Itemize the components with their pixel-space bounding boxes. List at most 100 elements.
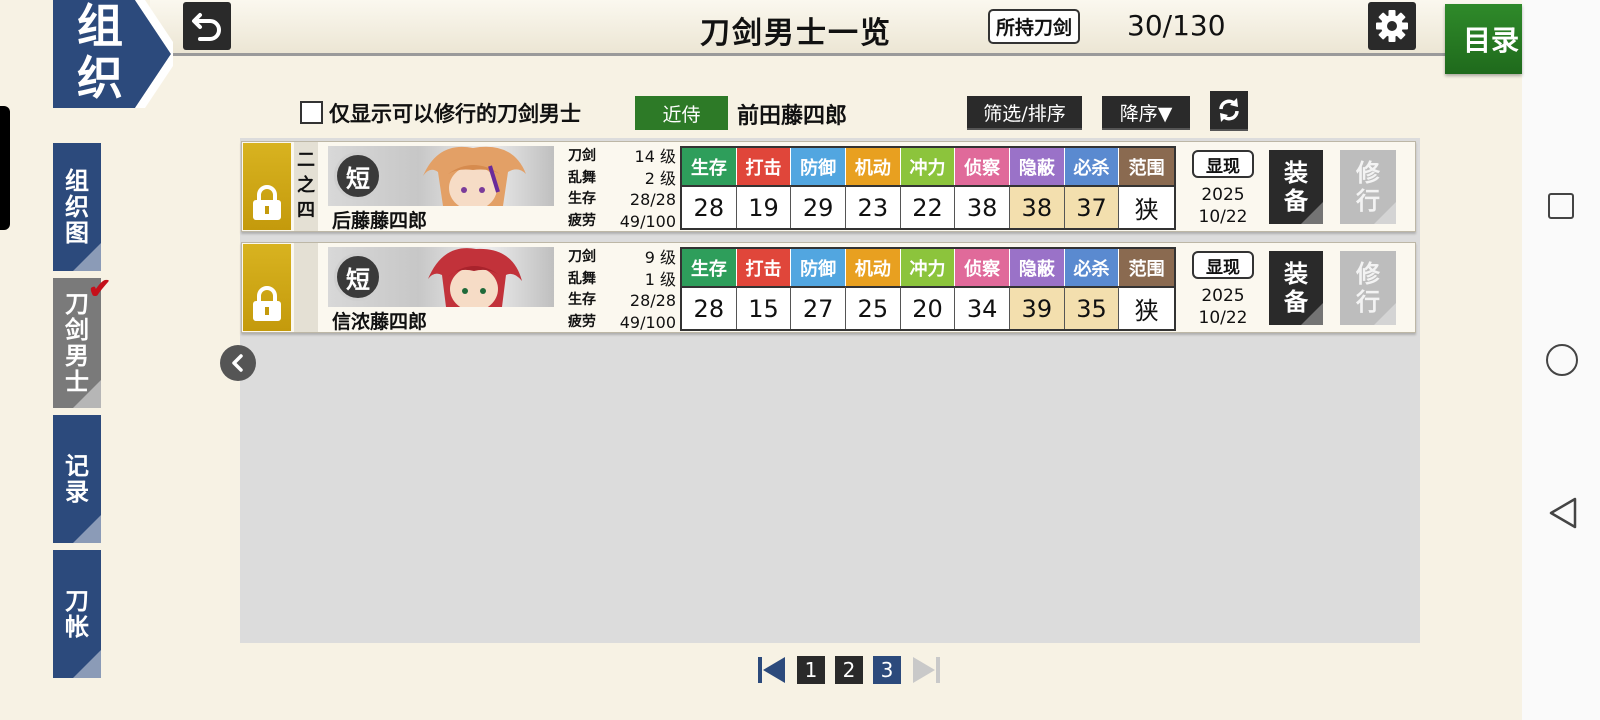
stat-value: 38 bbox=[1010, 185, 1065, 228]
show-button[interactable]: 显现 bbox=[1192, 150, 1254, 178]
stat-value: 39 bbox=[1010, 286, 1065, 329]
sword-name: 后藤藤四郎 bbox=[332, 210, 428, 232]
back-triangle-icon[interactable] bbox=[1548, 496, 1578, 530]
stat-header: 隐蔽 bbox=[1010, 148, 1065, 185]
back-button[interactable] bbox=[183, 2, 231, 50]
stat-header: 防御 bbox=[791, 249, 846, 286]
side-tab-sword-book[interactable]: 刀 帐 bbox=[53, 550, 101, 678]
sword-row[interactable]: 短 信浓藤四郎 刀剑 乱舞 生存 疲劳 9 级 1 级 28/28 49/100… bbox=[241, 242, 1416, 333]
page-button-1[interactable]: 1 bbox=[797, 656, 825, 684]
stat-value: 狭 bbox=[1119, 185, 1174, 228]
owned-swords-label: 所持刀剑 bbox=[988, 9, 1081, 44]
lock-button[interactable] bbox=[243, 143, 291, 230]
train-char: 修 bbox=[1356, 158, 1380, 187]
fatigue-value: 49/100 bbox=[619, 211, 676, 231]
stat-header: 隐蔽 bbox=[1010, 249, 1065, 286]
stat-values: 9 级 1 级 28/28 49/100 bbox=[602, 247, 676, 333]
menu-button[interactable]: 目录 bbox=[1445, 4, 1522, 74]
page-button-2[interactable]: 2 bbox=[835, 656, 863, 684]
trainable-only-checkbox[interactable] bbox=[300, 101, 323, 124]
owned-swords-count: 30/130 bbox=[1127, 9, 1226, 42]
type-badge: 短 bbox=[334, 253, 382, 301]
filter-sort-button[interactable]: 筛选/排序 bbox=[967, 96, 1082, 130]
home-icon[interactable] bbox=[1546, 344, 1578, 376]
first-page-icon[interactable] bbox=[757, 655, 787, 685]
train-button[interactable]: 修 行 bbox=[1340, 251, 1396, 325]
settings-button[interactable] bbox=[1368, 2, 1416, 50]
stat-label: 刀剑 bbox=[568, 249, 596, 265]
active-check-icon: ✔ bbox=[88, 272, 112, 305]
stat-label: 疲劳 bbox=[568, 212, 596, 229]
recent-apps-icon[interactable] bbox=[1548, 193, 1574, 219]
stat-values: 14 级 2 级 28/28 49/100 bbox=[602, 146, 676, 232]
stat-value: 28 bbox=[682, 185, 737, 228]
chevron-left-icon bbox=[232, 354, 243, 372]
stat-header: 冲力 bbox=[900, 249, 956, 286]
stat-value: 35 bbox=[1064, 286, 1120, 329]
train-button[interactable]: 修 行 bbox=[1340, 150, 1396, 224]
lock-button[interactable] bbox=[243, 244, 291, 331]
org-tab-label[interactable]: 组 织 bbox=[60, 0, 140, 104]
date-month-day: 10/22 bbox=[1198, 308, 1248, 328]
obtained-date: 2025 10/22 bbox=[1186, 184, 1260, 228]
stat-header: 侦察 bbox=[955, 249, 1010, 286]
equip-char: 备 bbox=[1284, 287, 1308, 316]
stat-value: 狭 bbox=[1119, 286, 1174, 329]
obtained-date: 2025 10/22 bbox=[1186, 285, 1260, 329]
character-portrait-art bbox=[423, 146, 526, 206]
stat-value: 29 bbox=[791, 185, 846, 228]
sword-portrait: 短 bbox=[328, 247, 554, 307]
stat-header: 必杀 bbox=[1064, 148, 1120, 185]
fatigue-value: 49/100 bbox=[619, 312, 676, 332]
page-button-3[interactable]: 3 bbox=[873, 656, 901, 684]
train-char: 修 bbox=[1356, 259, 1380, 288]
side-tab-char: 织 bbox=[65, 192, 89, 221]
stat-value: 27 bbox=[791, 286, 846, 329]
stat-header: 防御 bbox=[791, 148, 846, 185]
rank-char: 四 bbox=[297, 200, 315, 221]
stat-label: 乱舞 bbox=[568, 270, 596, 287]
date-year: 2025 bbox=[1201, 286, 1245, 306]
show-button[interactable]: 显现 bbox=[1192, 251, 1254, 279]
equip-button[interactable]: 装 备 bbox=[1269, 150, 1323, 224]
stat-value: 20 bbox=[900, 286, 956, 329]
stat-header: 打击 bbox=[736, 148, 792, 185]
prev-arrow-button[interactable] bbox=[220, 345, 256, 381]
refresh-button[interactable] bbox=[1210, 91, 1248, 131]
side-tab-records[interactable]: 记 录 bbox=[53, 415, 101, 543]
sort-order-button[interactable]: 降序▼ bbox=[1102, 96, 1190, 130]
stat-header: 打击 bbox=[736, 249, 792, 286]
trainable-only-label[interactable]: 仅显示可以修行的刀剑男士 bbox=[329, 98, 581, 128]
side-tab-char: 录 bbox=[65, 477, 89, 506]
rank-char: 二 bbox=[297, 150, 315, 171]
attendant-badge: 近侍 bbox=[635, 96, 728, 130]
sword-level: 14 级 bbox=[634, 147, 676, 166]
last-page-icon[interactable] bbox=[911, 655, 941, 685]
side-tab-org-chart[interactable]: 组 织 图 bbox=[53, 143, 101, 271]
equip-button[interactable]: 装 备 bbox=[1269, 251, 1323, 325]
side-tab-char: 剑 bbox=[65, 315, 89, 344]
screen-notch bbox=[0, 106, 10, 230]
stat-header: 范围 bbox=[1119, 148, 1174, 185]
character-portrait-art bbox=[428, 248, 522, 307]
stat-header: 冲力 bbox=[900, 148, 956, 185]
ranbu-level: 2 级 bbox=[644, 168, 676, 188]
hp-value: 28/28 bbox=[629, 291, 676, 310]
stat-value: 28 bbox=[682, 286, 737, 329]
stat-header: 范围 bbox=[1119, 249, 1174, 286]
stat-label: 生存 bbox=[568, 292, 596, 308]
stat-grid: 生存 打击 防御 机动 冲力 侦察 隐蔽 必杀 范围 28 15 27 25 2… bbox=[680, 247, 1176, 331]
date-year: 2025 bbox=[1201, 185, 1245, 205]
pagination: 1 2 3 bbox=[757, 655, 941, 685]
sword-level: 9 级 bbox=[644, 248, 676, 267]
sword-row[interactable]: 二 之 四 短 后藤藤四郎 刀剑 乱舞 生存 疲劳 14 级 2 级 28/28… bbox=[241, 141, 1416, 232]
equip-char: 装 bbox=[1284, 158, 1308, 187]
stat-labels: 刀剑 乱舞 生存 疲劳 bbox=[568, 247, 596, 333]
stat-label: 刀剑 bbox=[568, 148, 596, 164]
side-tab-char: 帐 bbox=[65, 612, 89, 641]
stat-value: 37 bbox=[1064, 185, 1120, 228]
side-tab-char: 刀 bbox=[65, 586, 89, 615]
lock-icon bbox=[253, 286, 281, 321]
stat-value: 34 bbox=[955, 286, 1010, 329]
rank-strip bbox=[294, 243, 318, 332]
